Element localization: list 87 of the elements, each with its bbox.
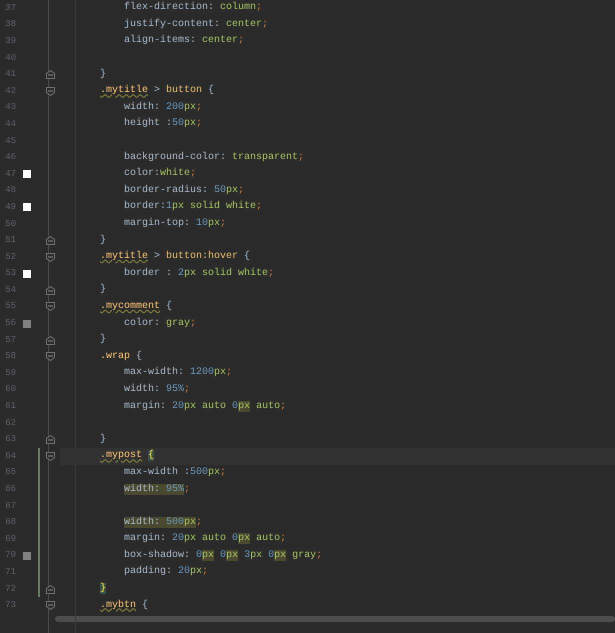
code-line: border-radius: 50px;	[123, 186, 244, 196]
line-number: 63	[4, 435, 16, 444]
line-number: 73	[4, 601, 16, 610]
code-line: flex-direction: column;	[123, 3, 262, 14]
code-line: border : 2px solid white;	[123, 268, 274, 279]
line-number: 64	[4, 452, 16, 461]
line-number: 72	[4, 584, 16, 594]
code-line: margin-top: 10px;	[123, 219, 226, 230]
color-swatch[interactable]	[23, 270, 31, 278]
fold-icon[interactable]	[46, 584, 54, 594]
line-number: 45	[4, 136, 16, 146]
line-number: 52	[4, 252, 16, 262]
code-line: color: gray;	[123, 318, 196, 329]
code-line: }	[100, 434, 106, 445]
line-number: 37	[4, 4, 16, 13]
line-number: 66	[4, 485, 16, 494]
code-line: }	[100, 70, 106, 80]
code-line: max-width: 1200px;	[123, 368, 232, 378]
code-line: .mypost {	[100, 451, 154, 462]
line-number: 59	[4, 368, 16, 378]
code-line: max-width :500px;	[123, 468, 226, 478]
line-number: 43	[4, 103, 16, 112]
fold-icon[interactable]	[46, 86, 54, 96]
code-line: .mytitle > button:hover {	[100, 252, 250, 262]
line-number: 69	[4, 534, 16, 544]
line-number: 56	[4, 319, 16, 328]
fold-icon[interactable]	[46, 252, 54, 262]
line-number: 39	[4, 36, 16, 46]
line-number: 58	[4, 352, 16, 362]
line-number: 49	[4, 202, 16, 212]
line-number: 67	[4, 502, 16, 511]
code-line: height :50px;	[123, 119, 202, 130]
code-line: margin: 20px auto 0px auto;	[123, 534, 286, 544]
line-number: 51	[4, 236, 16, 246]
line-number: 46	[4, 153, 16, 162]
fold-icon[interactable]	[46, 236, 54, 246]
color-swatch[interactable]	[23, 320, 31, 328]
line-number: 42	[4, 86, 16, 96]
code-line: }	[100, 236, 106, 246]
code-line: .wrap {	[100, 352, 142, 362]
code-line: justify-content: center;	[123, 20, 268, 30]
line-number: 50	[4, 220, 16, 229]
line-number: 55	[4, 302, 16, 312]
code-line: padding: 20px;	[123, 567, 208, 578]
code-line: .mytitle > button {	[100, 86, 214, 96]
line-number: 54	[4, 286, 16, 295]
code-line: color:white;	[123, 169, 196, 180]
line-number: 47	[4, 170, 16, 179]
fold-icon[interactable]	[46, 70, 54, 80]
fold-icon[interactable]	[46, 352, 54, 362]
horizontal-scrollbar[interactable]	[55, 616, 615, 622]
line-number: 62	[4, 418, 16, 428]
color-swatch[interactable]	[23, 203, 31, 212]
line-number: 38	[4, 20, 16, 30]
line-number: 60	[4, 385, 16, 394]
fold-icon[interactable]	[46, 286, 54, 295]
line-number: 41	[4, 70, 16, 80]
code-line: border:1px solid white;	[123, 202, 262, 212]
line-number: 40	[4, 54, 16, 63]
code-line: }	[100, 335, 106, 346]
code-line: .mybtn {	[100, 600, 148, 611]
fold-icon[interactable]	[46, 601, 54, 610]
code-line: width: 500px;	[123, 518, 202, 528]
line-number: 65	[4, 468, 16, 478]
code-line: margin: 20px auto 0px auto;	[123, 402, 286, 412]
line-number: 70	[4, 551, 16, 560]
code-line: width: 200px;	[123, 102, 202, 113]
code-line: .mycomment {	[100, 302, 172, 312]
fold-icon[interactable]	[46, 452, 54, 461]
fold-icon[interactable]	[46, 302, 54, 312]
line-number: 53	[4, 269, 16, 278]
line-number: 44	[4, 120, 16, 129]
line-number: 48	[4, 186, 16, 196]
color-swatch[interactable]	[23, 552, 31, 560]
code-line: background-color: transparent;	[123, 152, 304, 163]
line-number: 71	[4, 568, 16, 577]
code-line: align-items: center;	[123, 36, 244, 46]
code-line: width: 95%;	[123, 384, 190, 395]
fold-icon[interactable]	[46, 336, 54, 345]
line-number: 61	[4, 402, 16, 412]
code-line: width: 95%;	[123, 484, 190, 495]
code-line: box-shadow: 0px 0px 3px 0px gray;	[123, 550, 322, 561]
line-number: 68	[4, 518, 16, 528]
fold-icon[interactable]	[46, 435, 54, 444]
code-line: }	[100, 285, 106, 296]
line-number: 57	[4, 336, 16, 345]
color-swatch[interactable]	[23, 170, 31, 178]
